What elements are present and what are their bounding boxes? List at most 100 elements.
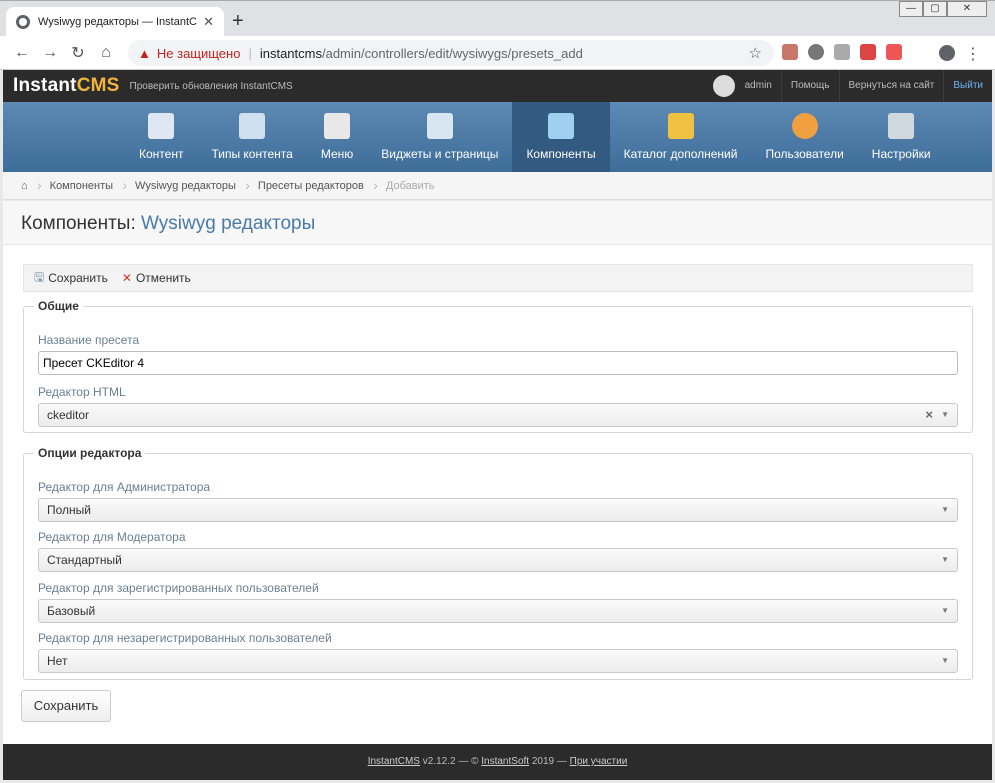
moder-editor-field: Редактор для Модератора Стандартный ▼ <box>38 530 958 572</box>
cms-topbar: InstantCMS Проверить обновления InstantC… <box>3 70 992 102</box>
footer-company-link[interactable]: InstantSoft <box>481 756 529 767</box>
logo-text-instant: Instant <box>13 75 77 96</box>
editor-field: Редактор HTML ckeditor × ▼ <box>38 385 958 427</box>
footer-product-link[interactable]: InstantCMS <box>368 756 420 767</box>
nav-label: Виджеты и страницы <box>381 147 499 161</box>
save-action[interactable]: 🖫 Сохранить <box>34 268 108 289</box>
breadcrumb: ⌂ Компоненты Wysiwyg редакторы Пресеты р… <box>3 172 992 200</box>
guest-editor-value: Нет <box>47 654 68 668</box>
extension-icon-3[interactable] <box>886 44 902 60</box>
nav-item-content-types[interactable]: Типы контента <box>197 102 306 172</box>
footer-support-link[interactable]: При участии <box>570 756 628 767</box>
save-action-label: Сохранить <box>48 271 108 285</box>
guest-editor-select[interactable]: Нет ▼ <box>38 649 958 673</box>
chevron-down-icon: ▼ <box>941 555 949 564</box>
pdf-extension-icon[interactable] <box>782 44 798 60</box>
browser-menu-icon[interactable]: ⋮ <box>965 44 981 64</box>
forward-arrow-icon[interactable]: → <box>36 44 64 62</box>
clear-selection-icon[interactable]: × <box>925 407 933 422</box>
nav-label: Каталог дополнений <box>623 147 738 161</box>
preset-name-input[interactable] <box>38 351 958 375</box>
admin-editor-label: Редактор для Администратора <box>38 480 211 494</box>
extensions-bar <box>782 44 902 60</box>
submit-save-button[interactable]: Сохранить <box>21 690 111 722</box>
nav-label: Контент <box>139 147 184 161</box>
reg-editor-select[interactable]: Базовый ▼ <box>38 599 958 623</box>
maximize-icon[interactable]: ▢ <box>923 1 947 17</box>
nav-label: Компоненты <box>526 147 596 161</box>
home-icon[interactable]: ⌂ <box>3 177 41 193</box>
not-secure-label[interactable]: Не защищено <box>157 46 241 61</box>
admin-editor-value: Полный <box>47 503 91 517</box>
back-arrow-icon[interactable]: ← <box>8 44 36 62</box>
nav-item-widgets[interactable]: Виджеты и страницы <box>367 102 512 172</box>
cancel-action[interactable]: ✕ Отменить <box>122 271 191 285</box>
nav-label: Типы контента <box>211 147 293 161</box>
user-name-link[interactable]: admin <box>745 70 781 102</box>
browser-titlebar: Wysiwyg редакторы — InstantCMS ✕ + — ▢ ✕ <box>0 0 995 37</box>
reload-icon[interactable]: ↻ <box>64 43 92 63</box>
back-to-site-link[interactable]: Вернуться на сайт <box>838 70 944 102</box>
moder-editor-value: Стандартный <box>47 553 122 567</box>
general-fieldset: Общие Название пресета Редактор HTML cke… <box>23 299 973 433</box>
content-types-icon <box>239 113 266 139</box>
nav-item-content[interactable]: Контент <box>125 102 197 172</box>
moder-editor-label: Редактор для Модератора <box>38 530 186 544</box>
url-host: instantcms <box>259 45 322 61</box>
browser-tab[interactable]: Wysiwyg редакторы — InstantCMS ✕ <box>6 7 224 37</box>
extension-icon-2[interactable] <box>834 44 850 60</box>
editor-options-fieldset: Опции редактора Редактор для Администрат… <box>23 446 973 680</box>
page-title-main: Компоненты: <box>21 213 136 234</box>
account-icon[interactable] <box>939 45 955 61</box>
breadcrumb-item[interactable]: Wysiwyg редакторы <box>125 177 250 193</box>
footer-year: 2019 — <box>529 756 570 767</box>
nav-item-components[interactable]: Компоненты <box>512 102 610 172</box>
editor-selected-value: ckeditor <box>47 408 90 422</box>
users-icon <box>791 113 818 139</box>
breadcrumb-item[interactable]: Компоненты <box>40 177 128 193</box>
cancel-icon: ✕ <box>121 271 132 285</box>
avatar[interactable] <box>712 75 735 97</box>
addons-catalog-icon <box>667 113 694 139</box>
admin-editor-select[interactable]: Полный ▼ <box>38 498 958 522</box>
gmail-icon[interactable] <box>860 44 876 60</box>
minimize-icon[interactable]: — <box>899 1 923 17</box>
breadcrumb-item[interactable]: Пресеты редакторов <box>248 177 378 193</box>
chevron-down-icon: ▼ <box>941 410 949 419</box>
close-tab-icon[interactable]: ✕ <box>203 14 214 30</box>
general-legend: Общие <box>38 299 79 313</box>
logo-text-cms: CMS <box>76 75 120 96</box>
new-tab-button[interactable]: + <box>232 11 244 31</box>
extension-icon[interactable] <box>808 44 824 60</box>
nav-item-users[interactable]: Пользователи <box>751 102 857 172</box>
address-bar[interactable]: ▲ Не защищено | instantcms /admin/contro… <box>128 40 774 66</box>
window-close-icon[interactable]: ✕ <box>947 1 987 17</box>
address-separator: | <box>248 45 252 61</box>
reg-editor-value: Базовый <box>47 604 96 618</box>
nav-item-settings[interactable]: Настройки <box>858 102 945 172</box>
save-icon: 🖫 <box>34 269 45 284</box>
preset-name-field: Название пресета <box>38 333 958 375</box>
options-legend: Опции редактора <box>38 446 142 460</box>
logo[interactable]: InstantCMS <box>13 75 120 97</box>
home-icon[interactable]: ⌂ <box>92 44 120 62</box>
nav-item-menu[interactable]: Меню <box>307 102 367 172</box>
nav-item-addons[interactable]: Каталог дополнений <box>610 102 752 172</box>
nav-label: Меню <box>320 147 354 161</box>
nav-label: Настройки <box>871 147 931 161</box>
editor-select[interactable]: ckeditor × ▼ <box>38 403 958 427</box>
moder-editor-select[interactable]: Стандартный ▼ <box>38 548 958 572</box>
guest-editor-field: Редактор для незарегистрированных пользо… <box>38 631 958 673</box>
logout-link[interactable]: Выйти <box>943 70 992 102</box>
tab-title: Wysiwyg редакторы — InstantCMS <box>38 16 198 28</box>
reg-editor-field: Редактор для зарегистрированных пользова… <box>38 581 958 623</box>
admin-editor-field: Редактор для Администратора Полный ▼ <box>38 480 958 522</box>
main-nav: Контент Типы контента Меню Виджеты и стр… <box>3 102 992 172</box>
chevron-down-icon: ▼ <box>941 505 949 514</box>
nav-label: Пользователи <box>765 147 844 161</box>
breadcrumb-current: Добавить <box>385 179 435 192</box>
help-link[interactable]: Помощь <box>780 70 839 102</box>
browser-toolbar: ← → ↻ ⌂ ▲ Не защищено | instantcms /admi… <box>0 36 995 70</box>
bookmark-star-icon[interactable]: ☆ <box>749 44 762 62</box>
check-updates-link[interactable]: Проверить обновления InstantCMS <box>130 81 293 92</box>
